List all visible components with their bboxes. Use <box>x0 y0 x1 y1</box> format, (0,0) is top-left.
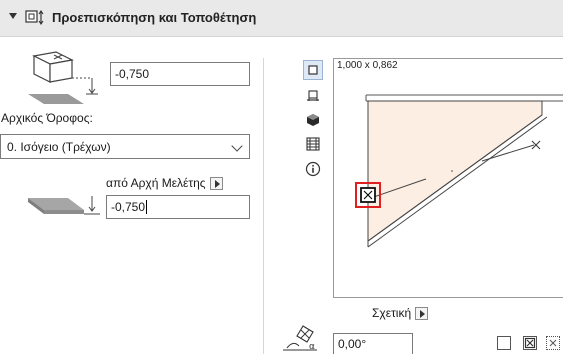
relative-row: Σχετική <box>372 306 429 320</box>
section-icon <box>307 90 319 101</box>
anchor-x-icon <box>524 337 536 349</box>
panel-header[interactable]: Προεπισκόπηση και Τοποθέτηση <box>0 0 563 37</box>
anchor-dotted-checkbox[interactable] <box>546 336 560 350</box>
anchor-checkbox[interactable] <box>523 336 537 350</box>
panel-title: Προεπισκόπηση και Τοποθέτηση <box>52 10 257 25</box>
column-separator <box>263 58 264 354</box>
offset-value: -0,750 <box>111 200 146 214</box>
list-view-button[interactable] <box>303 134 323 154</box>
reference-row: από Αρχή Μελέτης <box>106 176 223 190</box>
object-preview-drawing <box>355 94 563 248</box>
height-input[interactable]: -0,750 <box>110 62 250 86</box>
floor-plan-view-button[interactable] <box>303 60 323 80</box>
dotted-anchor-icon <box>549 339 557 347</box>
reference-label: από Αρχή Μελέτης <box>106 176 206 190</box>
floor-plan-icon <box>308 65 318 75</box>
list-icon <box>306 137 320 151</box>
mirror-checkbox[interactable] <box>497 336 511 350</box>
text-cursor <box>146 200 148 214</box>
home-story-value: 0. Ισόγειο (Τρέχων) <box>7 139 111 154</box>
collapse-triangle-icon[interactable] <box>9 13 17 19</box>
preview-placement-icon <box>25 10 44 25</box>
3d-view-button[interactable] <box>303 110 323 130</box>
relative-label: Σχετική <box>372 306 412 320</box>
home-story-label: Αρχικός Όροφος: <box>1 111 93 125</box>
offset-from-project-zero-icon <box>28 196 100 215</box>
angle-input[interactable]: 0,00° <box>333 333 413 354</box>
rotation-angle-icon: α <box>283 325 317 352</box>
relative-menu-button[interactable] <box>415 306 429 320</box>
panel-body: -0,750 Αρχικός Όροφος: 0. Ισόγειο (Τρέχω… <box>0 38 563 354</box>
home-story-select[interactable]: 0. Ισόγειο (Τρέχων) <box>0 134 250 159</box>
preview-canvas[interactable]: 1,000 x 0,862 <box>333 58 563 298</box>
3d-view-icon <box>307 114 319 126</box>
svg-text:α: α <box>309 342 315 352</box>
object-height-icon <box>28 51 98 104</box>
offset-input[interactable]: -0,750 <box>106 195 250 219</box>
reference-menu-button[interactable] <box>209 176 223 190</box>
section-view-button[interactable] <box>303 86 323 106</box>
info-icon <box>305 161 321 177</box>
chevron-down-icon <box>231 140 243 152</box>
info-button[interactable] <box>303 159 323 179</box>
